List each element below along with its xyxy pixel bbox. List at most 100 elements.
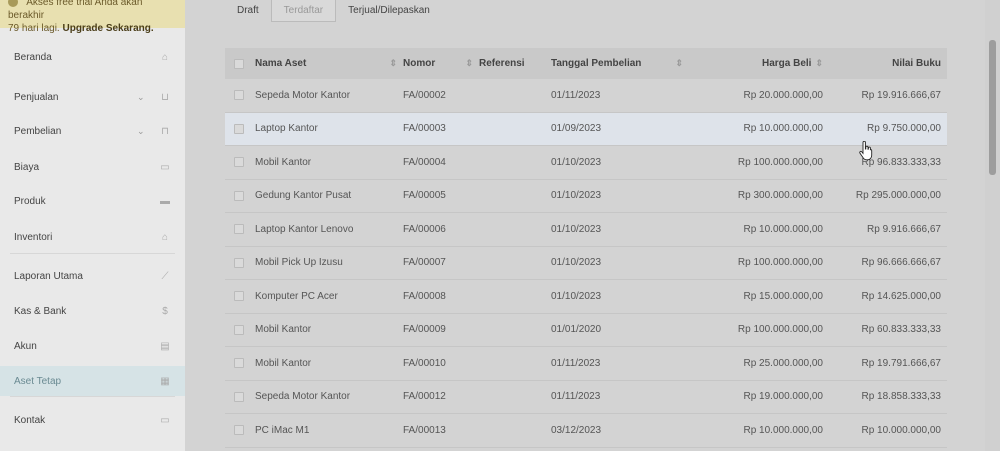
warehouse-icon: ⌂ (161, 232, 169, 243)
table-row[interactable]: Mobil Kantor FA/00009 01/01/2020 Rp 100.000… (225, 313, 947, 347)
asset-name[interactable]: Sepeda Motor Kantor (253, 90, 350, 101)
asset-number: FA/00010 (403, 357, 446, 369)
sidebar-item-pembelian[interactable]: Pembelian ⌄ ⊓ (0, 116, 185, 146)
purchase-date: 01/10/2023 (551, 190, 602, 202)
table-row[interactable]: Sepeda Motor Kantor FA/00012 01/11/2023 Rp … (225, 380, 947, 414)
sidebar-item-inventori[interactable]: Inventori ⌂ (0, 222, 185, 252)
sidebar-item-kas-bank[interactable]: Kas & Bank $ (0, 296, 185, 326)
asset-name[interactable]: Mobil Kantor (253, 157, 311, 168)
table-row[interactable]: Mobil Pick Up Izusu FA/00007 01/10/2023 Rp … (225, 246, 947, 280)
sidebar-item-label: Beranda (14, 51, 52, 63)
table-row[interactable]: Komputer PC Acer FA/00008 01/10/2023 Rp 15.… (225, 280, 947, 314)
asset-number: FA/00005 (403, 190, 446, 202)
status-tabs: Draft Terdaftar Terjual/Dilepaskan (225, 0, 442, 22)
table-row[interactable]: PC iMac M1 FA/00013 03/12/2023 Rp 10.000.00… (225, 414, 947, 448)
scrollbar-thumb[interactable] (989, 40, 996, 175)
header-number[interactable]: Nomor ⇕ (403, 58, 479, 69)
table-row[interactable]: Laptop Kantor Lenovo FA/00006 01/10/2023 Rp… (225, 213, 947, 247)
sidebar-item-aset-tetap[interactable]: Aset Tetap ▦ (0, 366, 185, 396)
asset-name[interactable]: Gedung Kantor Pusat (253, 190, 351, 201)
sidebar-item-label: Inventori (14, 231, 53, 243)
chevron-down-icon[interactable]: ⌄ (137, 126, 147, 136)
tab-terdaftar[interactable]: Terdaftar (270, 0, 337, 22)
row-checkbox[interactable] (234, 157, 244, 168)
sidebar-item-laporan-utama[interactable]: Laporan Utama ⟋ (0, 261, 185, 291)
chevron-down-icon[interactable]: ⌄ (137, 92, 147, 102)
asset-number: FA/00012 (403, 391, 446, 403)
header-purchase-date[interactable]: Tanggal Pembelian ⇕ (551, 58, 691, 69)
asset-number: FA/00007 (403, 257, 446, 269)
sidebar-item-biaya[interactable]: Biaya ▭ (0, 152, 185, 182)
banner-text-line2: 79 hari lagi. (8, 23, 60, 34)
select-all-checkbox[interactable] (234, 58, 244, 69)
sort-icon: ⇕ (465, 58, 473, 68)
purchase-date: 01/09/2023 (551, 123, 602, 135)
header-purchase-price[interactable]: Harga Beli ⇕ (691, 58, 827, 69)
upgrade-link[interactable]: Upgrade Sekarang. (62, 23, 153, 34)
row-checkbox[interactable] (234, 224, 244, 235)
row-checkbox[interactable] (234, 425, 244, 436)
header-book-value: Nilai Buku (892, 58, 941, 69)
asset-name[interactable]: Laptop Kantor Lenovo (253, 224, 353, 235)
sidebar-item-produk[interactable]: Produk ▬ (0, 186, 185, 216)
purchase-date: 01/01/2020 (551, 324, 602, 336)
purchase-date: 01/10/2023 (551, 223, 602, 235)
header-name[interactable]: Nama Aset ⇕ (253, 58, 403, 69)
sidebar-item-label: Pembelian (14, 125, 62, 137)
table-row[interactable]: Gedung Kantor Pusat FA/00005 01/10/2023 Rp … (225, 179, 947, 213)
chart-icon: ⟋ (161, 271, 169, 282)
banner-text-line1: Akses free trial Anda akan berakhir (8, 0, 143, 21)
bag-icon: ⊓ (161, 126, 169, 137)
bell-icon (8, 0, 18, 8)
table-row[interactable]: Mobil Kantor FA/00004 01/10/2023 Rp 100.000… (225, 146, 947, 180)
row-checkbox[interactable] (234, 123, 244, 134)
ledger-icon: ▤ (160, 341, 170, 352)
purchase-price: Rp 10.000.000,00 (743, 223, 823, 235)
sidebar-item-penjualan[interactable]: Penjualan ⌄ ⊔ (0, 82, 185, 112)
row-checkbox[interactable] (234, 391, 244, 402)
tab-draft[interactable]: Draft (225, 0, 271, 22)
row-checkbox[interactable] (234, 90, 244, 101)
table-row[interactable]: Laptop Kantor FA/00003 01/09/2023 Rp 10.000… (225, 112, 947, 146)
row-checkbox[interactable] (234, 358, 244, 369)
asset-name[interactable]: Mobil Pick Up Izusu (253, 257, 343, 268)
purchase-date: 01/11/2023 (551, 89, 601, 101)
sidebar-item-label: Produk (14, 195, 46, 207)
book-value: Rp 96.833.333,33 (861, 156, 941, 168)
asset-name[interactable]: Sepeda Motor Kantor (253, 391, 350, 402)
purchase-date: 01/11/2023 (551, 391, 601, 403)
asset-name[interactable]: Laptop Kantor (253, 123, 318, 134)
asset-number: FA/00008 (403, 290, 446, 302)
row-checkbox[interactable] (234, 257, 244, 268)
purchase-date: 01/10/2023 (551, 156, 602, 168)
purchase-price: Rp 100.000.000,00 (737, 156, 823, 168)
book-value: Rp 19.791.666,67 (861, 357, 941, 369)
card-icon: ▭ (160, 162, 170, 173)
sidebar: Akses free trial Anda akan berakhir 79 h… (0, 0, 185, 451)
row-checkbox[interactable] (234, 324, 244, 335)
table-row[interactable]: Mobil Kantor FA/00010 01/11/2023 Rp 25.000.… (225, 347, 947, 381)
tab-terjual-dilepaskan[interactable]: Terjual/Dilepaskan (336, 0, 442, 22)
row-checkbox[interactable] (234, 190, 244, 201)
sidebar-item-kontak[interactable]: Kontak ▭ (0, 405, 185, 435)
main-content: Draft Terdaftar Terjual/Dilepaskan Nama … (185, 0, 985, 451)
sidebar-item-beranda[interactable]: Beranda ⌂ (0, 42, 185, 72)
table-row[interactable]: Sepeda Motor Kantor FA/00002 01/11/2023 Rp … (225, 79, 947, 113)
purchase-price: Rp 19.000.000,00 (743, 391, 823, 403)
purchase-date: 01/10/2023 (551, 290, 602, 302)
asset-table: Nama Aset ⇕ Nomor ⇕ Referensi Tanggal Pe… (225, 48, 947, 448)
asset-name[interactable]: Mobil Kantor (253, 358, 311, 369)
sidebar-item-label: Kontak (14, 414, 46, 426)
purchase-date: 03/12/2023 (551, 424, 602, 436)
asset-name[interactable]: Mobil Kantor (253, 324, 311, 335)
asset-name[interactable]: PC iMac M1 (253, 425, 309, 436)
asset-name[interactable]: Komputer PC Acer (253, 291, 338, 302)
sidebar-item-akun[interactable]: Akun ▤ (0, 331, 185, 361)
row-checkbox[interactable] (234, 291, 244, 302)
book-value: Rp 60.833.333,33 (861, 324, 941, 336)
sidebar-divider (10, 253, 175, 254)
purchase-date: 01/10/2023 (551, 257, 602, 269)
asset-number: FA/00004 (403, 156, 446, 168)
book-value: Rp 10.000.000,00 (861, 424, 941, 436)
scrollbar[interactable] (985, 0, 1000, 451)
